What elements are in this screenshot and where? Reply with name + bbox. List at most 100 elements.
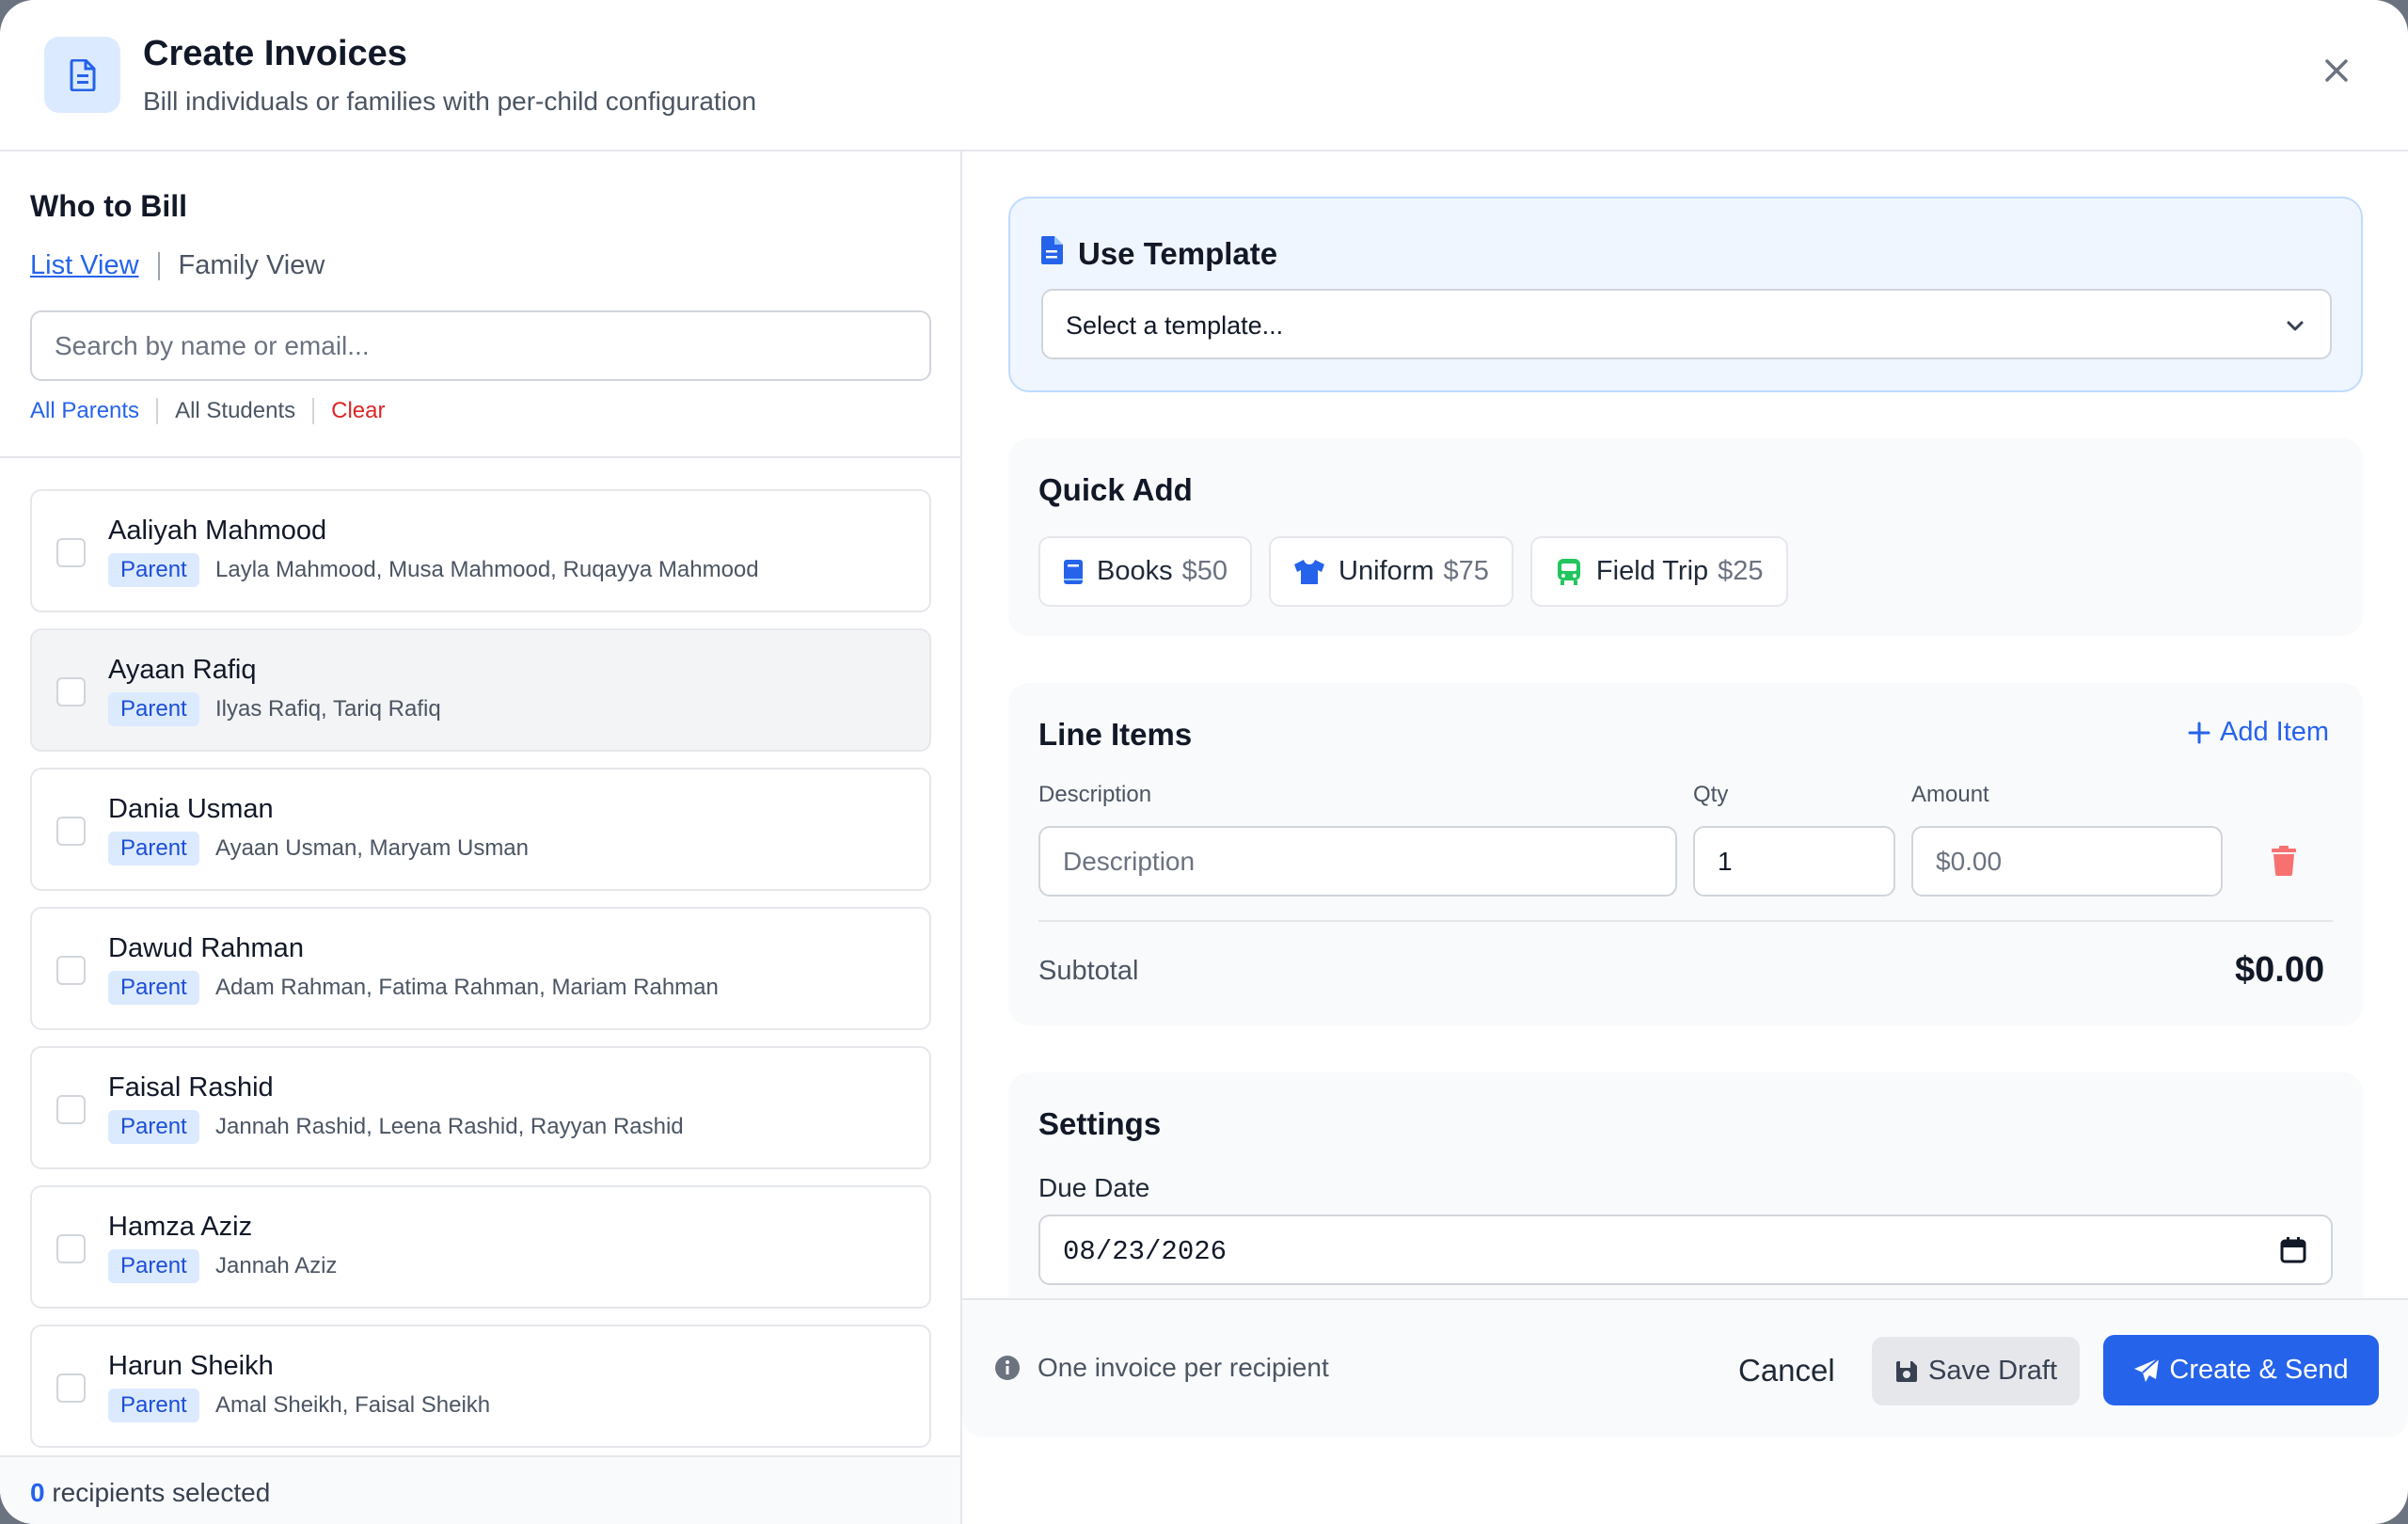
divider <box>157 251 160 280</box>
trash-icon[interactable] <box>2271 846 2297 876</box>
chevron-down-icon <box>2287 321 2304 331</box>
calendar-icon[interactable] <box>2280 1237 2306 1263</box>
info-icon <box>995 1356 1020 1380</box>
recipient-checkbox[interactable] <box>56 817 86 846</box>
recipient-name: Ayaan Rafiq <box>108 655 257 685</box>
quick-add-field-trip-button[interactable]: Field Trip $25 <box>1529 536 1788 607</box>
quick-add-books-button[interactable]: Books $50 <box>1038 536 1252 607</box>
book-icon <box>1064 559 1083 584</box>
recipient-name: Faisal Rashid <box>108 1072 274 1103</box>
document-icon <box>1041 236 1063 264</box>
save-draft-button[interactable]: Save Draft <box>1872 1337 2080 1405</box>
list-item[interactable]: Dawud Rahman Parent Adam Rahman, Fatima … <box>30 907 931 1030</box>
recipient-list: Aaliyah Mahmood Parent Layla Mahmood, Mu… <box>30 489 931 1464</box>
shirt-icon <box>1294 559 1324 584</box>
children-names: Jannah Aziz <box>215 1253 338 1278</box>
all-students-filter[interactable]: All Students <box>175 398 295 424</box>
list-item[interactable]: Aaliyah Mahmood Parent Layla Mahmood, Mu… <box>30 489 931 612</box>
role-badge: Parent <box>108 1110 199 1144</box>
amount-input[interactable] <box>1911 826 2223 897</box>
add-item-label: Add Item <box>2220 717 2330 747</box>
cancel-button[interactable]: Cancel <box>1718 1335 1856 1405</box>
recipients-panel: Who to Bill List View Family View All Pa… <box>0 151 962 1524</box>
selected-count-label: recipients selected <box>52 1478 271 1507</box>
search-input[interactable] <box>30 310 931 381</box>
due-date-value: 08/23/2026 <box>1063 1236 1228 1267</box>
due-date-input[interactable]: 08/23/2026 <box>1038 1214 2333 1285</box>
role-badge: Parent <box>108 832 199 865</box>
subtotal-label: Subtotal <box>1038 956 1139 986</box>
view-toggle: List View Family View <box>30 250 325 281</box>
children-names: Layla Mahmood, Musa Mahmood, Ruqayya Mah… <box>215 557 759 582</box>
add-item-button[interactable]: Add Item <box>2188 717 2329 748</box>
create-send-button[interactable]: Create & Send <box>2103 1335 2379 1405</box>
footer-info-text: One invoice per recipient <box>1038 1353 1329 1382</box>
quick-filters: All Parents All Students Clear <box>30 398 386 424</box>
list-view-tab[interactable]: List View <box>30 250 139 281</box>
description-input[interactable] <box>1038 826 1677 897</box>
modal-title: Create Invoices <box>143 34 407 73</box>
save-icon <box>1896 1360 1917 1382</box>
create-invoices-modal: Create Invoices Bill individuals or fami… <box>0 0 2408 1524</box>
recipient-controls: Who to Bill List View Family View All Pa… <box>0 151 960 458</box>
footer-info: One invoice per recipient <box>994 1353 1329 1383</box>
all-parents-filter[interactable]: All Parents <box>30 398 139 424</box>
list-item[interactable]: Harun Sheikh Parent Amal Sheikh, Faisal … <box>30 1325 931 1448</box>
selected-count-number: 0 <box>30 1478 45 1507</box>
subtotal-value: $0.00 <box>2235 950 2325 990</box>
recipient-name: Dania Usman <box>108 794 274 824</box>
send-icon <box>2134 1357 2161 1382</box>
recipient-checkbox[interactable] <box>56 1095 86 1124</box>
divider <box>156 398 159 424</box>
children-names: Adam Rahman, Fatima Rahman, Mariam Rahma… <box>215 975 719 1000</box>
recipient-name: Dawud Rahman <box>108 933 304 963</box>
recipient-checkbox[interactable] <box>56 538 86 567</box>
role-badge: Parent <box>108 971 199 1005</box>
quick-add-price: $25 <box>1718 556 1764 586</box>
qty-column-label: Qty <box>1693 782 1729 807</box>
recipient-checkbox[interactable] <box>56 1373 86 1403</box>
quick-add-price: $75 <box>1443 556 1489 586</box>
create-send-label: Create & Send <box>2169 1355 2349 1385</box>
plus-icon <box>2188 722 2210 743</box>
quick-add-chips: Books $50 Uniform $75 Field Trip $25 <box>1038 536 1788 607</box>
recipient-checkbox[interactable] <box>56 677 86 706</box>
modal-subtitle: Bill individuals or families with per-ch… <box>143 87 757 116</box>
role-badge: Parent <box>108 553 199 587</box>
family-view-tab[interactable]: Family View <box>179 250 325 281</box>
due-date-label: Due Date <box>1038 1173 1150 1202</box>
selection-summary: 0 recipients selected <box>0 1455 960 1524</box>
modal-header: Create Invoices Bill individuals or fami… <box>0 0 2408 151</box>
list-item[interactable]: Ayaan Rafiq Parent Ilyas Rafiq, Tariq Ra… <box>30 628 931 752</box>
invoice-document-icon <box>44 37 120 113</box>
children-names: Jannah Rashid, Leena Rashid, Rayyan Rash… <box>215 1114 684 1139</box>
divider <box>312 398 315 424</box>
amount-column-label: Amount <box>1911 782 1989 807</box>
quick-add-uniform-button[interactable]: Uniform $75 <box>1269 536 1513 607</box>
who-to-bill-heading: Who to Bill <box>30 189 188 223</box>
quick-add-heading: Quick Add <box>1038 472 1193 507</box>
save-draft-label: Save Draft <box>1928 1356 2057 1386</box>
clear-filter[interactable]: Clear <box>331 398 385 424</box>
list-item[interactable]: Dania Usman Parent Ayaan Usman, Maryam U… <box>30 768 931 891</box>
role-badge: Parent <box>108 1389 199 1422</box>
template-section: Use Template Select a template... <box>1008 197 2363 392</box>
recipient-checkbox[interactable] <box>56 956 86 985</box>
template-select[interactable]: Select a template... <box>1041 289 2332 359</box>
recipient-checkbox[interactable] <box>56 1234 86 1263</box>
subtotal-divider <box>1038 920 2333 922</box>
close-icon[interactable] <box>2318 52 2355 89</box>
role-badge: Parent <box>108 692 199 726</box>
role-badge: Parent <box>108 1249 199 1283</box>
description-column-label: Description <box>1038 782 1152 807</box>
quick-add-price: $50 <box>1181 556 1228 586</box>
children-names: Amal Sheikh, Faisal Sheikh <box>215 1392 491 1418</box>
qty-input[interactable] <box>1693 826 1895 897</box>
settings-heading: Settings <box>1038 1106 1162 1141</box>
modal-footer: One invoice per recipient Cancel Save Dr… <box>962 1298 2408 1437</box>
list-item[interactable]: Hamza Aziz Parent Jannah Aziz <box>30 1185 931 1309</box>
list-item[interactable]: Faisal Rashid Parent Jannah Rashid, Leen… <box>30 1046 931 1169</box>
quick-add-label: Field Trip <box>1595 556 1709 586</box>
bus-icon <box>1557 558 1580 585</box>
quick-add-label: Books <box>1097 556 1173 586</box>
